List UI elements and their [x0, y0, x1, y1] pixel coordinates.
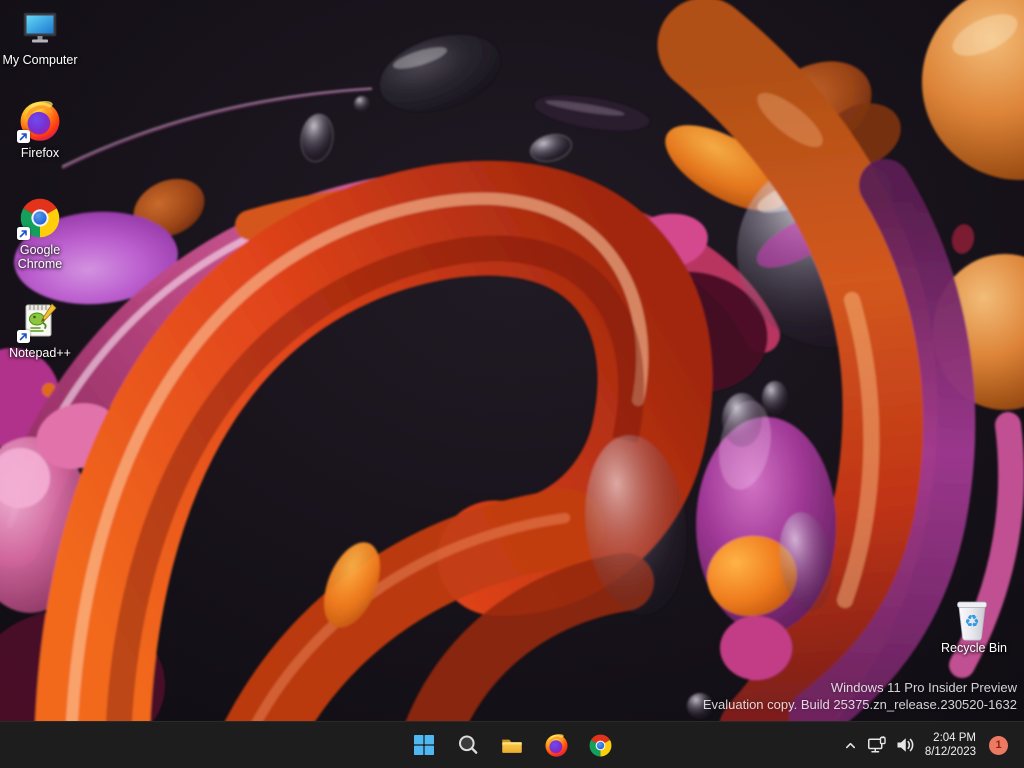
- system-tray: 2:04 PM 8/12/2023 1: [838, 722, 1008, 768]
- taskbar: 2:04 PM 8/12/2023 1: [0, 721, 1024, 768]
- volume-icon: [897, 738, 914, 752]
- monitor-icon: [18, 6, 62, 50]
- volume-button[interactable]: [891, 728, 919, 762]
- recycle-bin-icon: ♻: [952, 594, 996, 641]
- desktop-icon-my-computer[interactable]: My Computer: [2, 6, 78, 67]
- desktop-icon-firefox[interactable]: Firefox: [2, 99, 78, 160]
- tray-overflow-button[interactable]: [838, 728, 863, 762]
- firefox-icon: [544, 733, 568, 757]
- search-button[interactable]: [448, 725, 488, 765]
- chevron-up-icon: [845, 742, 855, 748]
- chrome-icon: [589, 734, 611, 756]
- file-explorer-button[interactable]: [492, 725, 532, 765]
- evaluation-watermark: Windows 11 Pro Insider Preview Evaluatio…: [703, 680, 1017, 713]
- desktop-icon-label: Firefox: [20, 146, 60, 160]
- clock-date: 8/12/2023: [924, 746, 976, 758]
- network-button[interactable]: [863, 728, 891, 762]
- windows-desktop: My Computer Firefox Google Chrome Notepa…: [0, 0, 1024, 768]
- firefox-icon: [17, 99, 62, 143]
- network-icon: [867, 736, 886, 753]
- chrome-taskbar-button[interactable]: [580, 725, 620, 765]
- notification-badge[interactable]: 1: [989, 735, 1008, 755]
- shortcut-arrow-icon: [17, 227, 30, 240]
- desktop-wallpaper: [0, 0, 1024, 768]
- svg-text:♻: ♻: [964, 612, 979, 632]
- chrome-icon: [17, 196, 62, 240]
- desktop-icon-label: Google Chrome: [17, 243, 63, 271]
- search-icon: [459, 735, 478, 754]
- firefox-taskbar-button[interactable]: [536, 725, 576, 765]
- shortcut-arrow-icon: [17, 130, 30, 143]
- start-button[interactable]: [404, 725, 444, 765]
- watermark-line2: Evaluation copy. Build 25375.zn_release.…: [702, 696, 1017, 712]
- desktop-icon-label: My Computer: [2, 53, 78, 67]
- folder-icon: [502, 739, 522, 753]
- watermark-line1: Windows 11 Pro Insider Preview: [830, 680, 1017, 695]
- shortcut-arrow-icon: [17, 330, 30, 343]
- desktop-icon-label: Notepad++: [9, 346, 71, 360]
- taskbar-center-buttons: [404, 725, 620, 765]
- taskbar-clock[interactable]: 2:04 PM 8/12/2023: [919, 731, 982, 759]
- notepadpp-icon: [17, 299, 62, 343]
- windows-logo-icon: [414, 735, 434, 755]
- desktop-icon-notepad-plus-plus[interactable]: Notepad++: [2, 299, 78, 360]
- desktop-icon-label: Recycle Bin: [941, 641, 1007, 655]
- clock-time: 2:04 PM: [933, 732, 976, 744]
- desktop-icon-recycle-bin[interactable]: ♻ Recycle Bin: [936, 594, 1012, 655]
- desktop-icon-google-chrome[interactable]: Google Chrome: [2, 196, 78, 271]
